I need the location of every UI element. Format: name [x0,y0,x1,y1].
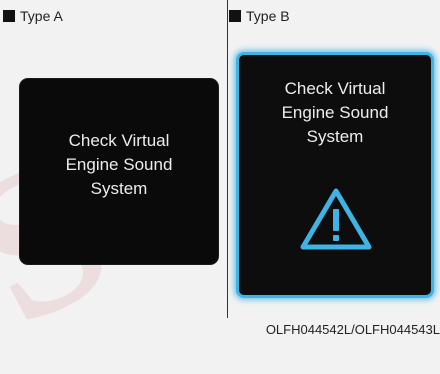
type-b-warning-message: Check Virtual Engine Sound System [281,79,389,146]
figure-code: OLFH044542L/OLFH044543L [265,322,440,337]
square-bullet-icon [3,10,15,22]
type-b-display-panel: Check Virtual Engine Sound System [236,52,434,298]
column-divider [227,0,228,318]
type-a-warning-message: Check Virtual Engine Sound System [65,131,173,198]
type-a-label: Type A [3,8,63,24]
type-a-label-text: Type A [20,8,63,24]
square-bullet-icon [229,10,241,22]
type-a-display-panel: Check Virtual Engine Sound System [20,79,218,264]
type-b-label-text: Type B [246,8,290,24]
type-b-label: Type B [229,8,290,24]
warning-triangle-icon [300,188,372,250]
